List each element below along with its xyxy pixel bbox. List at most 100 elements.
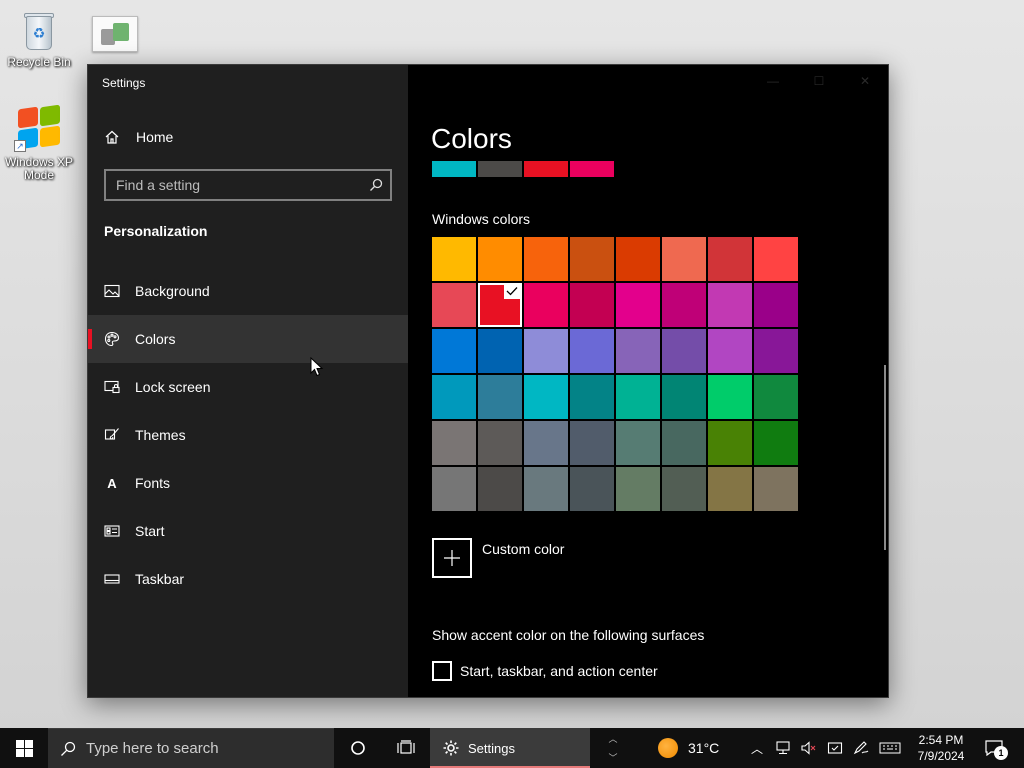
color-swatch[interactable] bbox=[570, 421, 614, 465]
color-swatch[interactable] bbox=[616, 467, 660, 511]
close-button[interactable]: ✕ bbox=[842, 65, 888, 97]
volume-muted-icon[interactable] bbox=[798, 728, 820, 768]
taskbar-search-box[interactable]: Type here to search bbox=[48, 728, 334, 768]
color-swatch[interactable] bbox=[524, 375, 568, 419]
color-swatch[interactable] bbox=[708, 421, 752, 465]
color-swatch[interactable] bbox=[616, 329, 660, 373]
color-swatch[interactable] bbox=[754, 467, 798, 511]
pen-icon[interactable] bbox=[850, 728, 872, 768]
windows-xp-mode-icon: ↗ bbox=[14, 104, 64, 152]
taskbar-scroll[interactable]: ︿ ﹀ bbox=[590, 728, 636, 768]
desktop-icon-windows-xp-mode[interactable]: ↗ Windows XP Mode bbox=[0, 104, 78, 182]
color-swatch[interactable] bbox=[478, 421, 522, 465]
sidebar-item-themes[interactable]: Themes bbox=[88, 411, 408, 459]
color-swatch[interactable] bbox=[616, 421, 660, 465]
accent-start-taskbar-checkbox[interactable] bbox=[432, 661, 452, 681]
color-swatch[interactable] bbox=[524, 329, 568, 373]
color-swatch[interactable] bbox=[432, 237, 476, 281]
color-swatch[interactable] bbox=[432, 329, 476, 373]
search-icon[interactable] bbox=[362, 171, 390, 199]
color-swatch[interactable] bbox=[708, 375, 752, 419]
task-view-button[interactable] bbox=[382, 728, 430, 768]
color-swatch[interactable] bbox=[616, 237, 660, 281]
chevron-down-icon[interactable]: ﹀ bbox=[608, 751, 617, 764]
notification-count-badge: 1 bbox=[994, 746, 1008, 760]
color-swatch[interactable] bbox=[754, 329, 798, 373]
color-swatch[interactable] bbox=[524, 283, 568, 327]
color-swatch[interactable] bbox=[478, 375, 522, 419]
sidebar-item-fonts[interactable]: A Fonts bbox=[88, 459, 408, 507]
show-hidden-icons-chevron-icon[interactable]: ︿ bbox=[746, 728, 768, 768]
color-swatch[interactable] bbox=[708, 237, 752, 281]
color-swatch[interactable] bbox=[570, 329, 614, 373]
recycle-bin-icon: ♻ bbox=[21, 10, 57, 52]
color-swatch[interactable] bbox=[524, 421, 568, 465]
sidebar-item-background[interactable]: Background bbox=[88, 267, 408, 315]
clock-time: 2:54 PM bbox=[918, 733, 964, 747]
color-swatch[interactable] bbox=[662, 237, 706, 281]
maximize-button[interactable]: ☐ bbox=[796, 65, 842, 97]
weather-widget[interactable]: 31°C bbox=[636, 738, 744, 758]
color-swatch[interactable] bbox=[570, 467, 614, 511]
color-swatch[interactable] bbox=[478, 237, 522, 281]
color-swatch[interactable] bbox=[662, 329, 706, 373]
window-title: Settings bbox=[102, 76, 146, 90]
color-swatch[interactable] bbox=[754, 237, 798, 281]
color-swatch[interactable] bbox=[754, 283, 798, 327]
color-swatch[interactable] bbox=[708, 283, 752, 327]
cortana-circle-icon bbox=[351, 741, 365, 755]
sidebar-item-colors[interactable]: Colors bbox=[88, 315, 408, 363]
desktop-file-thumbnail-icon[interactable] bbox=[92, 16, 138, 52]
image-icon bbox=[104, 284, 120, 298]
chevron-up-icon[interactable]: ︿ bbox=[608, 732, 617, 745]
taskbar-app-settings[interactable]: Settings bbox=[430, 728, 590, 768]
scrollbar-thumb[interactable] bbox=[884, 365, 886, 550]
color-swatch[interactable] bbox=[662, 421, 706, 465]
color-swatch[interactable] bbox=[570, 237, 614, 281]
sidebar-item-start[interactable]: Start bbox=[88, 507, 408, 555]
color-swatch[interactable] bbox=[616, 375, 660, 419]
color-swatch[interactable] bbox=[524, 237, 568, 281]
color-swatch[interactable] bbox=[570, 283, 614, 327]
fonts-icon: A bbox=[107, 475, 117, 491]
color-swatch-selected[interactable] bbox=[478, 283, 522, 327]
color-swatch[interactable] bbox=[754, 421, 798, 465]
color-swatch[interactable] bbox=[478, 467, 522, 511]
find-setting-input[interactable] bbox=[106, 171, 362, 199]
color-swatch[interactable] bbox=[432, 283, 476, 327]
color-swatch[interactable] bbox=[432, 467, 476, 511]
color-swatch[interactable] bbox=[616, 283, 660, 327]
settings-window: Settings Home Personalization Background bbox=[87, 64, 889, 698]
sidebar-item-lock-screen[interactable]: Lock screen bbox=[88, 363, 408, 411]
custom-color-button[interactable]: Custom color bbox=[432, 538, 564, 578]
color-swatch[interactable] bbox=[708, 329, 752, 373]
color-swatch[interactable] bbox=[662, 283, 706, 327]
accent-start-taskbar-checkbox-row[interactable]: Start, taskbar, and action center bbox=[432, 661, 658, 681]
color-swatch[interactable] bbox=[754, 375, 798, 419]
color-swatch[interactable] bbox=[432, 421, 476, 465]
color-swatch[interactable] bbox=[570, 375, 614, 419]
color-swatch[interactable] bbox=[662, 375, 706, 419]
minimize-button[interactable]: — bbox=[750, 65, 796, 97]
page-title: Colors bbox=[431, 123, 512, 154]
brush-icon bbox=[104, 428, 119, 440]
cortana-button[interactable] bbox=[334, 728, 382, 768]
color-swatch[interactable] bbox=[478, 329, 522, 373]
color-swatch[interactable] bbox=[524, 467, 568, 511]
sidebar-item-taskbar[interactable]: Taskbar bbox=[88, 555, 408, 603]
home-link[interactable]: Home bbox=[104, 129, 173, 145]
keyboard-icon[interactable] bbox=[876, 728, 904, 768]
network-icon[interactable] bbox=[772, 728, 794, 768]
temperature: 31°C bbox=[688, 740, 720, 756]
taskbar-clock[interactable]: 2:54 PM 7/9/2024 bbox=[908, 732, 974, 764]
color-swatch[interactable] bbox=[432, 375, 476, 419]
task-view-icon bbox=[397, 740, 415, 754]
windows-logo-icon bbox=[15, 739, 33, 757]
start-button[interactable] bbox=[0, 728, 48, 768]
desktop-icon-recycle-bin[interactable]: ♻ Recycle Bin bbox=[0, 10, 78, 69]
sidebar-item-label: Start bbox=[135, 523, 165, 539]
color-swatch[interactable] bbox=[708, 467, 752, 511]
security-icon[interactable] bbox=[824, 728, 846, 768]
color-swatch[interactable] bbox=[662, 467, 706, 511]
action-center-button[interactable]: 1 bbox=[974, 728, 1014, 768]
